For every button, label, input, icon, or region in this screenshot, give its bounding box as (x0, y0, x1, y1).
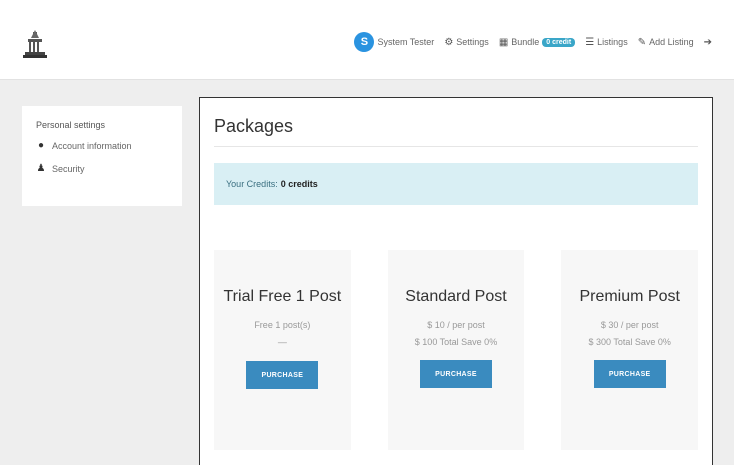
title-divider (214, 146, 698, 147)
top-navbar: S System Tester ⚙ Settings ▦ Bundle 0 cr… (0, 0, 734, 80)
package-price: $ 10 / per post (427, 320, 485, 330)
settings-sidebar: Personal settings ● Account information … (22, 106, 182, 206)
credits-value: 0 credits (280, 179, 318, 189)
avatar: S (354, 32, 375, 52)
building-icon[interactable] (22, 30, 48, 58)
user-circle-icon: ● (37, 140, 45, 151)
package-total: $ 100 Total Save 0% (414, 337, 498, 347)
purchase-button[interactable]: PURCHASE (593, 360, 666, 388)
bundle-link[interactable]: ▦ Bundle 0 credit (498, 36, 576, 48)
package-total: $ 300 Total Save 0% (588, 337, 671, 347)
page-title: Packages (214, 116, 294, 136)
user-name: System Tester (377, 37, 435, 47)
listings-link[interactable]: ☰ Listings (585, 37, 627, 48)
top-nav: S System Tester ⚙ Settings ▦ Bundle 0 cr… (354, 31, 712, 53)
gear-icon: ⚙ (444, 36, 454, 48)
user-menu[interactable]: S System Tester (354, 32, 434, 52)
settings-label: Settings (456, 37, 489, 47)
credits-badge: 0 credit (542, 37, 576, 47)
logout-button[interactable]: ➔ (704, 37, 712, 48)
purchase-button[interactable]: PURCHASE (420, 360, 492, 388)
package-card-standard: Standard Post $ 10 / per post $ 100 Tota… (387, 250, 525, 450)
purchase-button[interactable]: PURCHASE (246, 361, 319, 389)
sidebar-item-label: Account information (52, 140, 132, 151)
sidebar-item-account-information[interactable]: ● Account information (36, 140, 168, 151)
edit-icon: ✎ (637, 36, 647, 48)
users-icon: ♟ (36, 163, 46, 174)
sign-out-icon: ➔ (703, 36, 712, 48)
package-name: Trial Free 1 Post (223, 288, 342, 305)
add-listing-link[interactable]: ✎ Add Listing (638, 37, 694, 48)
package-card-trial: Trial Free 1 Post Free 1 post(s) — PURCH… (214, 250, 351, 450)
listings-label: Listings (597, 37, 628, 47)
package-cards: Trial Free 1 Post Free 1 post(s) — PURCH… (214, 250, 699, 465)
package-card-premium: Premium Post $ 30 / per post $ 300 Total… (561, 250, 699, 450)
settings-link[interactable]: ⚙ Settings (444, 37, 489, 48)
credits-info-box: Your Credits: 0 credits (214, 163, 698, 205)
sidebar-heading: Personal settings (36, 120, 106, 130)
package-name: Premium Post (579, 288, 680, 305)
package-total: — (277, 337, 287, 347)
sidebar-item-label: Security (52, 163, 85, 174)
package-name: Standard Post (405, 288, 507, 305)
credits-prefix: Your Credits: (226, 179, 278, 189)
package-price: $ 30 / per post (600, 320, 659, 330)
add-listing-label: Add Listing (649, 37, 694, 47)
sidebar-item-security[interactable]: ♟ Security (36, 163, 168, 174)
packages-panel: Packages Your Credits: 0 credits Trial F… (199, 97, 713, 465)
bundle-label: Bundle (511, 37, 540, 47)
package-price: Free 1 post(s) (254, 320, 311, 330)
calendar-icon: ▦ (498, 36, 509, 48)
list-icon: ☰ (585, 36, 595, 48)
